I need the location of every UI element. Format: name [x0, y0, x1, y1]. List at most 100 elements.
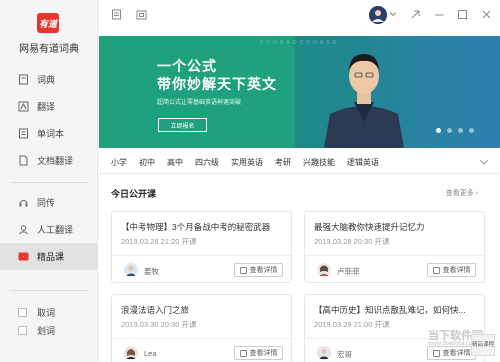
details-label: 查看详情 — [249, 267, 278, 274]
wordbook-icon — [18, 128, 29, 139]
view-details-button[interactable]: 查看详情 — [427, 346, 476, 360]
details-label: 查看详情 — [249, 350, 278, 357]
carousel-dot[interactable] — [469, 128, 474, 133]
course-title: 浪漫法语入门之旅 — [121, 305, 190, 315]
course-time: 2019.03.28 20:30 开课 — [314, 237, 390, 246]
main-content: YOUDAOCOURSE 一个公式 带你妙解天下英文 超简公式让零基础英语神速突… — [99, 0, 500, 362]
sidebar-item-wordbook[interactable]: 单词本 — [0, 120, 98, 147]
course-card[interactable]: 【中考物理】3个月备战中考的秘密武器 2019.03.28 21:20 开课 姜… — [111, 211, 293, 283]
maximize-icon[interactable] — [457, 9, 468, 20]
teacher-avatar — [124, 346, 138, 360]
app-window: 有道 网易有道词典 词典 翻译 单词本 文档翻译 同传 人工翻译 精品课 取词 … — [0, 0, 500, 362]
option-select-word[interactable]: 划词 — [0, 321, 98, 339]
carousel-dot[interactable] — [458, 128, 463, 133]
card-divider — [305, 255, 486, 256]
details-icon — [239, 266, 247, 274]
course-card[interactable]: 最强大脑教你快速提升记忆力 2019.03.28 20:30 开课 卢菲菲 查看… — [304, 211, 486, 283]
sidebar-item-label: 词典 — [37, 75, 56, 85]
section-title: 今日公开课 — [111, 189, 157, 199]
screenshot-icon[interactable] — [136, 9, 147, 20]
tab-category[interactable]: 初中 — [139, 157, 155, 168]
sidebar-nav-bottom: 同传 人工翻译 精品课 — [0, 189, 98, 270]
chevron-down-icon[interactable] — [389, 10, 397, 18]
notes-icon[interactable] — [111, 9, 122, 20]
app-logo: 有道 — [37, 13, 59, 33]
card-divider — [112, 255, 293, 256]
teacher-name: 姜牧 — [144, 267, 159, 276]
banner-teacher-image — [324, 42, 404, 148]
details-label: 查看详情 — [442, 350, 471, 357]
course-title: 最强大脑教你快速提升记忆力 — [314, 222, 425, 232]
banner-headline-1: 一个公式 — [157, 58, 217, 74]
sidebar-item-label: 精品课 — [37, 252, 65, 262]
teacher-avatar — [317, 346, 331, 360]
sidebar-item-label: 单词本 — [37, 129, 65, 139]
sidebar-item-dictionary[interactable]: 词典 — [0, 66, 98, 93]
capture-word-checkbox[interactable] — [18, 307, 27, 317]
teacher-avatar — [317, 263, 331, 277]
teacher-name: Lea — [144, 349, 157, 358]
sidebar-item-label: 人工翻译 — [37, 225, 74, 235]
view-details-button[interactable]: 查看详情 — [234, 346, 283, 360]
user-avatar[interactable] — [369, 6, 387, 24]
banner-deco-text: YOUDAOCOURSE — [259, 40, 340, 46]
banner-subtitle: 超简公式让零基础英语神速突破 — [157, 100, 242, 106]
mini-mode-icon[interactable] — [410, 9, 421, 20]
carousel-dot[interactable] — [447, 128, 452, 133]
view-details-button[interactable]: 查看详情 — [427, 263, 476, 277]
sidebar-divider — [10, 182, 88, 183]
tab-category[interactable]: 逻辑英语 — [347, 157, 379, 168]
course-badge[interactable]: 精品课程 — [471, 334, 495, 356]
human-translate-icon — [18, 224, 29, 235]
teacher-name: 卢菲菲 — [337, 267, 360, 276]
sidebar-item-label: 同传 — [37, 198, 56, 208]
tab-category[interactable]: 小学 — [111, 157, 127, 168]
tab-category[interactable]: 高中 — [167, 157, 183, 168]
course-time: 2019.03.28 21:20 开课 — [121, 237, 197, 246]
teacher-name: 宏哥 — [337, 350, 352, 359]
sidebar-item-interpret[interactable]: 同传 — [0, 189, 98, 216]
card-divider — [112, 338, 293, 339]
tab-category[interactable]: 四六级 — [195, 157, 219, 168]
translate-icon — [18, 101, 29, 112]
view-details-button[interactable]: 查看详情 — [234, 263, 283, 277]
category-tabs: 小学 初中 高中 四六级 实用英语 考研 兴趣技能 逻辑英语 — [99, 152, 500, 174]
course-card[interactable]: 浪漫法语入门之旅 2019.03.30 20:30 开课 Lea 查看详情 — [111, 294, 293, 362]
sidebar-nav-top: 词典 翻译 单词本 文档翻译 — [0, 66, 98, 174]
course-icon — [18, 251, 29, 262]
close-icon[interactable] — [481, 9, 492, 20]
course-title: 【中考物理】3个月备战中考的秘密武器 — [121, 222, 271, 232]
tab-category[interactable]: 兴趣技能 — [303, 157, 335, 168]
details-label: 查看详情 — [442, 267, 471, 274]
doc-translate-icon — [18, 155, 29, 166]
select-word-checkbox[interactable] — [18, 325, 27, 335]
sidebar-item-doc-translate[interactable]: 文档翻译 — [0, 147, 98, 174]
register-button[interactable]: 立即报名 — [158, 118, 207, 132]
sidebar-options: 取词 划词 — [0, 303, 98, 339]
course-time: 2019.03.29 21:00 开课 — [314, 320, 390, 329]
title-bar — [99, 0, 500, 30]
tab-category[interactable]: 实用英语 — [231, 157, 263, 168]
details-icon — [432, 349, 440, 357]
option-capture-word[interactable]: 取词 — [0, 303, 98, 321]
sidebar-item-course[interactable]: 精品课 — [0, 243, 98, 270]
carousel-dot[interactable] — [436, 128, 441, 133]
details-icon — [239, 349, 247, 357]
tab-category[interactable]: 考研 — [275, 157, 291, 168]
minimize-icon[interactable] — [434, 9, 445, 20]
promo-banner[interactable]: YOUDAOCOURSE 一个公式 带你妙解天下英文 超简公式让零基础英语神速突… — [99, 36, 500, 148]
sidebar-item-label: 翻译 — [37, 102, 56, 112]
sidebar: 有道 网易有道词典 词典 翻译 单词本 文档翻译 同传 人工翻译 精品课 取词 … — [0, 0, 98, 362]
banner-headline-2: 带你妙解天下英文 — [157, 76, 277, 92]
dictionary-icon — [18, 74, 29, 85]
watermark-url: www.downxia.com — [428, 341, 478, 347]
view-more-link[interactable]: 查看更多 › — [446, 188, 478, 198]
details-icon — [432, 266, 440, 274]
course-title: 【高中历史】知识点散乱难记，如何快... — [314, 305, 466, 315]
option-label: 划词 — [37, 325, 56, 336]
sidebar-item-human-translate[interactable]: 人工翻译 — [0, 216, 98, 243]
chevron-down-icon[interactable] — [478, 156, 490, 168]
sidebar-item-translate[interactable]: 翻译 — [0, 93, 98, 120]
carousel-dots — [436, 128, 474, 133]
sidebar-item-label: 文档翻译 — [37, 156, 74, 166]
